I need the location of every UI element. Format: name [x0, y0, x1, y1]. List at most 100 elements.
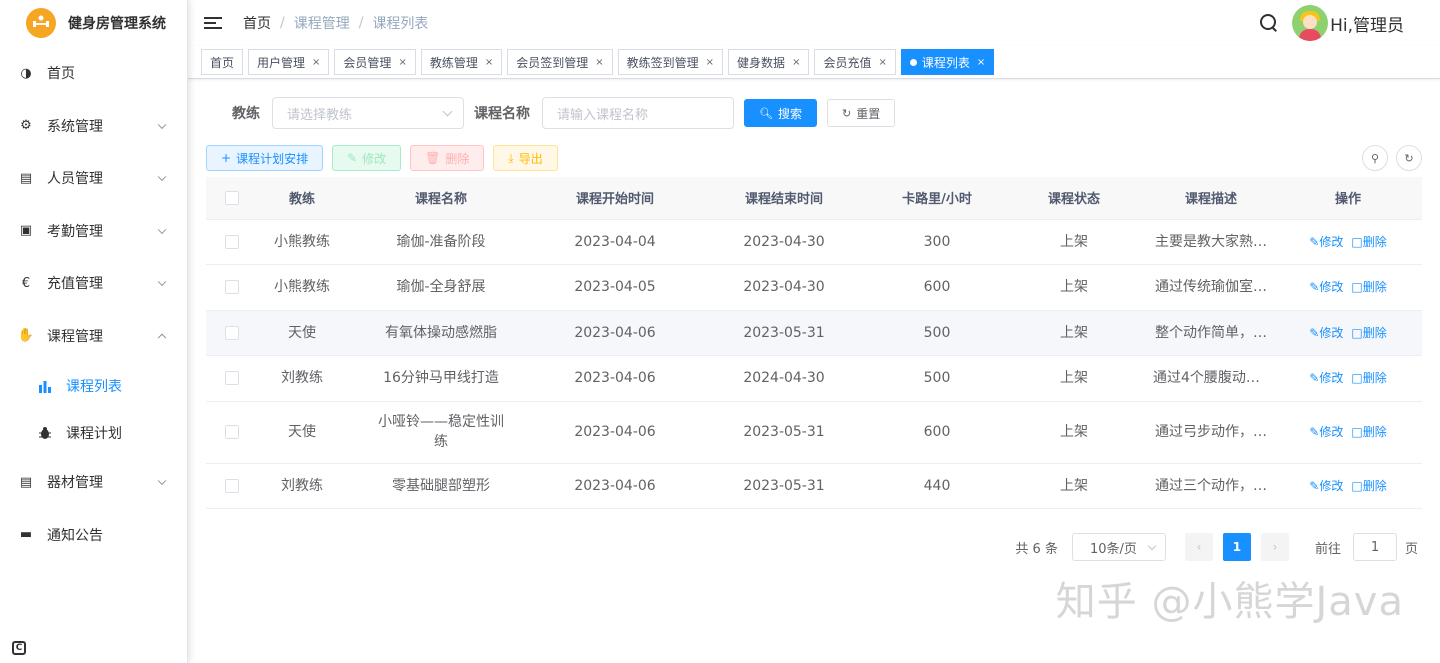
cell-start-text: 2023-04-04: [574, 233, 656, 250]
edit-icon: ✎: [1309, 234, 1320, 249]
row-checkbox[interactable]: [225, 234, 239, 249]
row-delete-button[interactable]: □删除: [1351, 371, 1386, 385]
select-all-checkbox[interactable]: [225, 190, 239, 205]
sidebar-item-after-1[interactable]: ▬ 通知公告: [0, 509, 187, 562]
hamburger-icon[interactable]: [204, 14, 222, 32]
close-icon[interactable]: ×: [792, 57, 800, 68]
tag-2[interactable]: 会员管理 ×: [334, 49, 416, 75]
refresh-icon[interactable]: ↻: [1396, 145, 1422, 171]
row-select-cell: [206, 310, 258, 356]
table-row[interactable]: 天使 小哑铃——稳定性训练 2023-04-06 2023-05-31 600 上架 通过弓…: [206, 401, 1422, 464]
row-delete-button[interactable]: □删除: [1351, 326, 1386, 340]
tag-3[interactable]: 教练管理 ×: [420, 49, 503, 75]
tag-label: 课程列表: [921, 55, 970, 70]
column-header: 卡路里/小时: [874, 177, 1000, 220]
close-icon[interactable]: ×: [878, 57, 886, 68]
active-dot-icon: [909, 58, 917, 66]
cell-end-text: 2023-05-31: [743, 324, 825, 341]
chevron-down-icon: [157, 225, 167, 234]
coach-label: 教练: [232, 106, 260, 122]
row-edit-button[interactable]: ✎修改: [1309, 280, 1343, 294]
tag-7[interactable]: 会员充值 ×: [814, 49, 896, 75]
export-button-label: 导出: [518, 151, 543, 166]
delete-button[interactable]: 🗑︎ 删除: [410, 145, 485, 171]
page-number-button[interactable]: 1: [1222, 533, 1251, 561]
cell-actions: ✎修改 □删除: [1274, 355, 1422, 402]
goto-page-input[interactable]: 1: [1352, 533, 1397, 561]
toggle-search-icon[interactable]: ⚲: [1362, 145, 1388, 171]
avatar[interactable]: [1292, 5, 1329, 41]
close-icon[interactable]: ×: [485, 57, 493, 68]
close-icon[interactable]: ×: [312, 57, 320, 68]
sidebar-subitem-0[interactable]: 课程列表: [0, 362, 187, 409]
table-row[interactable]: 小熊教练 瑜伽-全身舒展 2023-04-05 2023-04-30 600 上架 通过传统…: [206, 264, 1422, 311]
sidebar-item-label: 课程管理: [47, 328, 103, 345]
calendar-icon: ▤: [19, 474, 33, 490]
close-icon[interactable]: ×: [398, 57, 406, 68]
sidebar-item-1[interactable]: ⚙ 系统管理: [0, 100, 187, 153]
edit-button[interactable]: ✎ 修改: [332, 145, 402, 171]
tag-4[interactable]: 会员签到管理 ×: [507, 49, 613, 75]
user-greeting[interactable]: Hi,管理员: [1330, 11, 1404, 36]
row-delete-button[interactable]: □删除: [1351, 280, 1386, 294]
sidebar-item-after-0[interactable]: ▤ 器材管理: [0, 456, 187, 509]
cell-desc: 通过三个动作，…: [1148, 463, 1274, 509]
tag-label: 会员签到管理: [516, 55, 589, 70]
row-delete-label: 删除: [1362, 425, 1387, 439]
cell-start: 2023-04-06: [536, 463, 694, 509]
close-icon[interactable]: ×: [977, 57, 985, 68]
row-edit-button[interactable]: ✎修改: [1309, 479, 1343, 493]
sidebar-item-3[interactable]: ▣ 考勤管理: [0, 205, 187, 258]
cell-calories: 600: [874, 401, 1000, 464]
sidebar-item-5[interactable]: ✋ 课程管理: [0, 310, 187, 363]
cell-start: 2023-04-04: [536, 219, 694, 265]
tag-5[interactable]: 教练签到管理 ×: [617, 49, 724, 75]
table-row[interactable]: 天使 有氧体操动感燃脂 2023-04-06 2023-05-31 500 上架 整个动作简…: [206, 310, 1422, 356]
row-checkbox[interactable]: [225, 478, 239, 493]
sidebar-item-0[interactable]: ◑ 首页: [0, 47, 187, 100]
tag-0[interactable]: 首页: [201, 49, 244, 75]
row-checkbox[interactable]: [225, 325, 239, 340]
cell-start: 2023-04-06: [536, 310, 694, 356]
cell-status-text: 上架: [1060, 233, 1088, 250]
column-header: 课程开始时间: [536, 177, 694, 220]
tag-1[interactable]: 用户管理 ×: [248, 49, 330, 75]
course-plan-button[interactable]: + 课程计划安排: [206, 145, 324, 171]
export-button[interactable]: ⤓ 导出: [493, 145, 558, 171]
search-button[interactable]: 🔍︎ 搜索: [744, 99, 817, 127]
breadcrumb-course-list: 课程列表: [372, 16, 429, 32]
row-edit-button[interactable]: ✎修改: [1309, 371, 1343, 385]
table-row[interactable]: 刘教练 16分钟马甲线打造 2023-04-06 2024-04-30 500 上架 通过4…: [206, 355, 1422, 402]
row-checkbox[interactable]: [225, 371, 239, 386]
row-edit-label: 修改: [1319, 371, 1344, 386]
sidebar-item-2[interactable]: ▤ 人员管理: [0, 152, 187, 205]
main-content: 教练 请选择教练 课程名称 请输入课程名称 🔍︎ 搜索 ↻ 重置 + 课程计划安…: [188, 80, 1440, 663]
coach-select[interactable]: 请选择教练: [272, 97, 464, 129]
row-edit-label: 修改: [1319, 325, 1344, 340]
sidebar-subitem-1[interactable]: 课程计划: [0, 409, 187, 456]
tag-8[interactable]: 课程列表 ×: [900, 49, 995, 75]
course-name-input[interactable]: 请输入课程名称: [542, 97, 734, 129]
table-row[interactable]: 刘教练 零基础腿部塑形 2023-04-06 2023-05-31 440 上架 通过三个动…: [206, 463, 1422, 509]
row-edit-button[interactable]: ✎修改: [1309, 235, 1343, 249]
sidebar-item-4[interactable]: € 充值管理: [0, 257, 187, 310]
cell-calories: 500: [874, 310, 1000, 356]
reset-button[interactable]: ↻ 重置: [826, 99, 896, 127]
breadcrumb-home[interactable]: 首页: [243, 13, 271, 33]
cell-calories: 440: [874, 463, 1000, 509]
row-delete-button[interactable]: □删除: [1351, 425, 1386, 439]
next-page-button[interactable]: ›: [1260, 533, 1289, 561]
close-icon[interactable]: ×: [706, 57, 714, 68]
row-delete-button[interactable]: □删除: [1351, 235, 1386, 249]
row-edit-button[interactable]: ✎修改: [1309, 425, 1343, 439]
table-row[interactable]: 小熊教练 瑜伽-准备阶段 2023-04-04 2023-04-30 300 上架 主要是教…: [206, 219, 1422, 265]
page-size-select[interactable]: 10条/页: [1071, 533, 1166, 561]
row-checkbox[interactable]: [225, 425, 239, 439]
row-delete-button[interactable]: □删除: [1351, 479, 1386, 493]
row-edit-button[interactable]: ✎修改: [1309, 326, 1343, 340]
close-icon[interactable]: ×: [595, 57, 603, 68]
row-checkbox[interactable]: [225, 280, 239, 295]
search-icon[interactable]: [1260, 14, 1278, 32]
prev-page-button[interactable]: ‹: [1184, 533, 1213, 561]
tag-6[interactable]: 健身数据 ×: [728, 49, 810, 75]
